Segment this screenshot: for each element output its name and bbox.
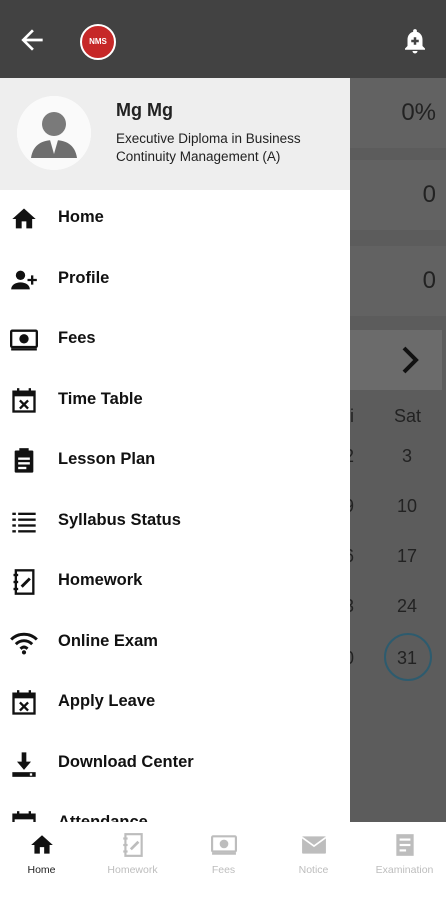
- chevron-right-icon[interactable]: [400, 346, 422, 374]
- user-course: Executive Diploma in Business Continuity…: [116, 131, 301, 164]
- dashboard-background: 0% 0 0 ri Sat 2 9 6 3 0 3 10 17 24 31: [350, 78, 446, 822]
- nav-home[interactable]: Home: [0, 832, 86, 876]
- app-bar: NMS: [0, 0, 446, 78]
- notification-bell-icon[interactable]: [400, 26, 430, 56]
- calendar-header: [350, 330, 442, 390]
- stat-card-percent: 0%: [350, 78, 446, 148]
- user-name: Mg Mg: [116, 100, 173, 120]
- calendar-day: 6: [350, 546, 354, 567]
- calendar-x-icon: [12, 387, 36, 413]
- menu-item-syllabus-status[interactable]: Syllabus Status: [0, 493, 350, 554]
- calendar-day: 10: [397, 496, 418, 516]
- menu-item-download-center[interactable]: Download Center: [0, 735, 350, 796]
- menu-item-profile[interactable]: Profile: [0, 251, 350, 312]
- menu-item-label: Syllabus Status: [58, 510, 181, 529]
- nav-label: Examination: [375, 864, 434, 876]
- exam-icon: [395, 834, 414, 856]
- menu-item-label: Home: [58, 208, 104, 226]
- user-avatar-icon: [17, 96, 91, 170]
- money-icon: [10, 329, 38, 351]
- mail-icon: [301, 836, 326, 854]
- menu-item-lesson-plan[interactable]: Lesson Plan: [0, 432, 350, 493]
- notebook-icon: [13, 569, 35, 595]
- nav-homework[interactable]: Homework: [88, 832, 177, 876]
- menu-item-label: Online Exam: [58, 631, 158, 650]
- calendar-day: 3: [402, 446, 413, 466]
- home-icon: [12, 208, 36, 229]
- menu-item-home[interactable]: Home: [0, 190, 350, 251]
- list-icon: [12, 512, 36, 532]
- navigation-drawer: Mg Mg Executive Diploma in Business Cont…: [0, 78, 350, 822]
- add-person-icon: [11, 270, 37, 289]
- nav-label: Fees: [211, 864, 236, 876]
- menu-item-homework[interactable]: Homework: [0, 553, 350, 614]
- calendar-day: 2: [350, 446, 354, 467]
- menu-item-label: Fees: [58, 329, 96, 347]
- menu-item-attendance[interactable]: Attendance: [0, 795, 350, 822]
- notebook-icon: [122, 833, 143, 857]
- nav-examination[interactable]: Examination: [360, 832, 446, 876]
- drawer-menu: Home Profile Fees Time Table Lesson Plan…: [0, 190, 350, 822]
- menu-item-fees[interactable]: Fees: [0, 311, 350, 372]
- stat-card-count: 0: [350, 160, 446, 230]
- calendar-day: 9: [350, 496, 354, 517]
- menu-item-label: Profile: [58, 268, 110, 287]
- back-arrow-icon[interactable]: [16, 24, 48, 56]
- avatar: [17, 96, 91, 170]
- menu-item-online-exam[interactable]: Online Exam: [0, 614, 350, 675]
- nav-label: Notice: [298, 864, 329, 876]
- nav-fees[interactable]: Fees: [179, 832, 268, 876]
- menu-item-label: Lesson Plan: [58, 450, 156, 468]
- drawer-header: Mg Mg Executive Diploma in Business Cont…: [0, 78, 350, 190]
- menu-item-label: Homework: [58, 571, 143, 589]
- calendar-x-icon: [12, 690, 36, 715]
- bottom-navigation: Home Homework Fees Notice Examination: [0, 822, 446, 900]
- download-icon: [12, 751, 36, 777]
- school-logo: NMS: [80, 24, 116, 60]
- calendar-day-header: Sat: [394, 406, 422, 426]
- calendar-day: 3: [350, 596, 354, 617]
- calendar-day: 0: [350, 648, 354, 669]
- menu-item-label: Time Table: [58, 389, 143, 408]
- calendar-day-header: ri: [350, 406, 354, 426]
- menu-item-time-table[interactable]: Time Table: [0, 372, 350, 433]
- menu-item-label: Attendance: [58, 813, 148, 822]
- calendar-day: 17: [397, 546, 418, 566]
- calendar-icon: [12, 811, 36, 822]
- nav-label: Homework: [107, 864, 158, 876]
- menu-item-apply-leave[interactable]: Apply Leave: [0, 674, 350, 735]
- nav-notice[interactable]: Notice: [269, 832, 358, 876]
- home-icon: [30, 835, 53, 854]
- calendar-day: 31: [397, 648, 418, 668]
- clipboard-icon: [14, 448, 34, 473]
- wifi-icon: [10, 632, 38, 654]
- money-icon: [210, 835, 237, 855]
- menu-item-label: Apply Leave: [58, 692, 156, 710]
- nav-label: Home: [27, 864, 56, 876]
- menu-item-label: Download Center: [58, 752, 194, 771]
- calendar-day: 24: [397, 596, 418, 616]
- stat-card-count: 0: [350, 246, 446, 316]
